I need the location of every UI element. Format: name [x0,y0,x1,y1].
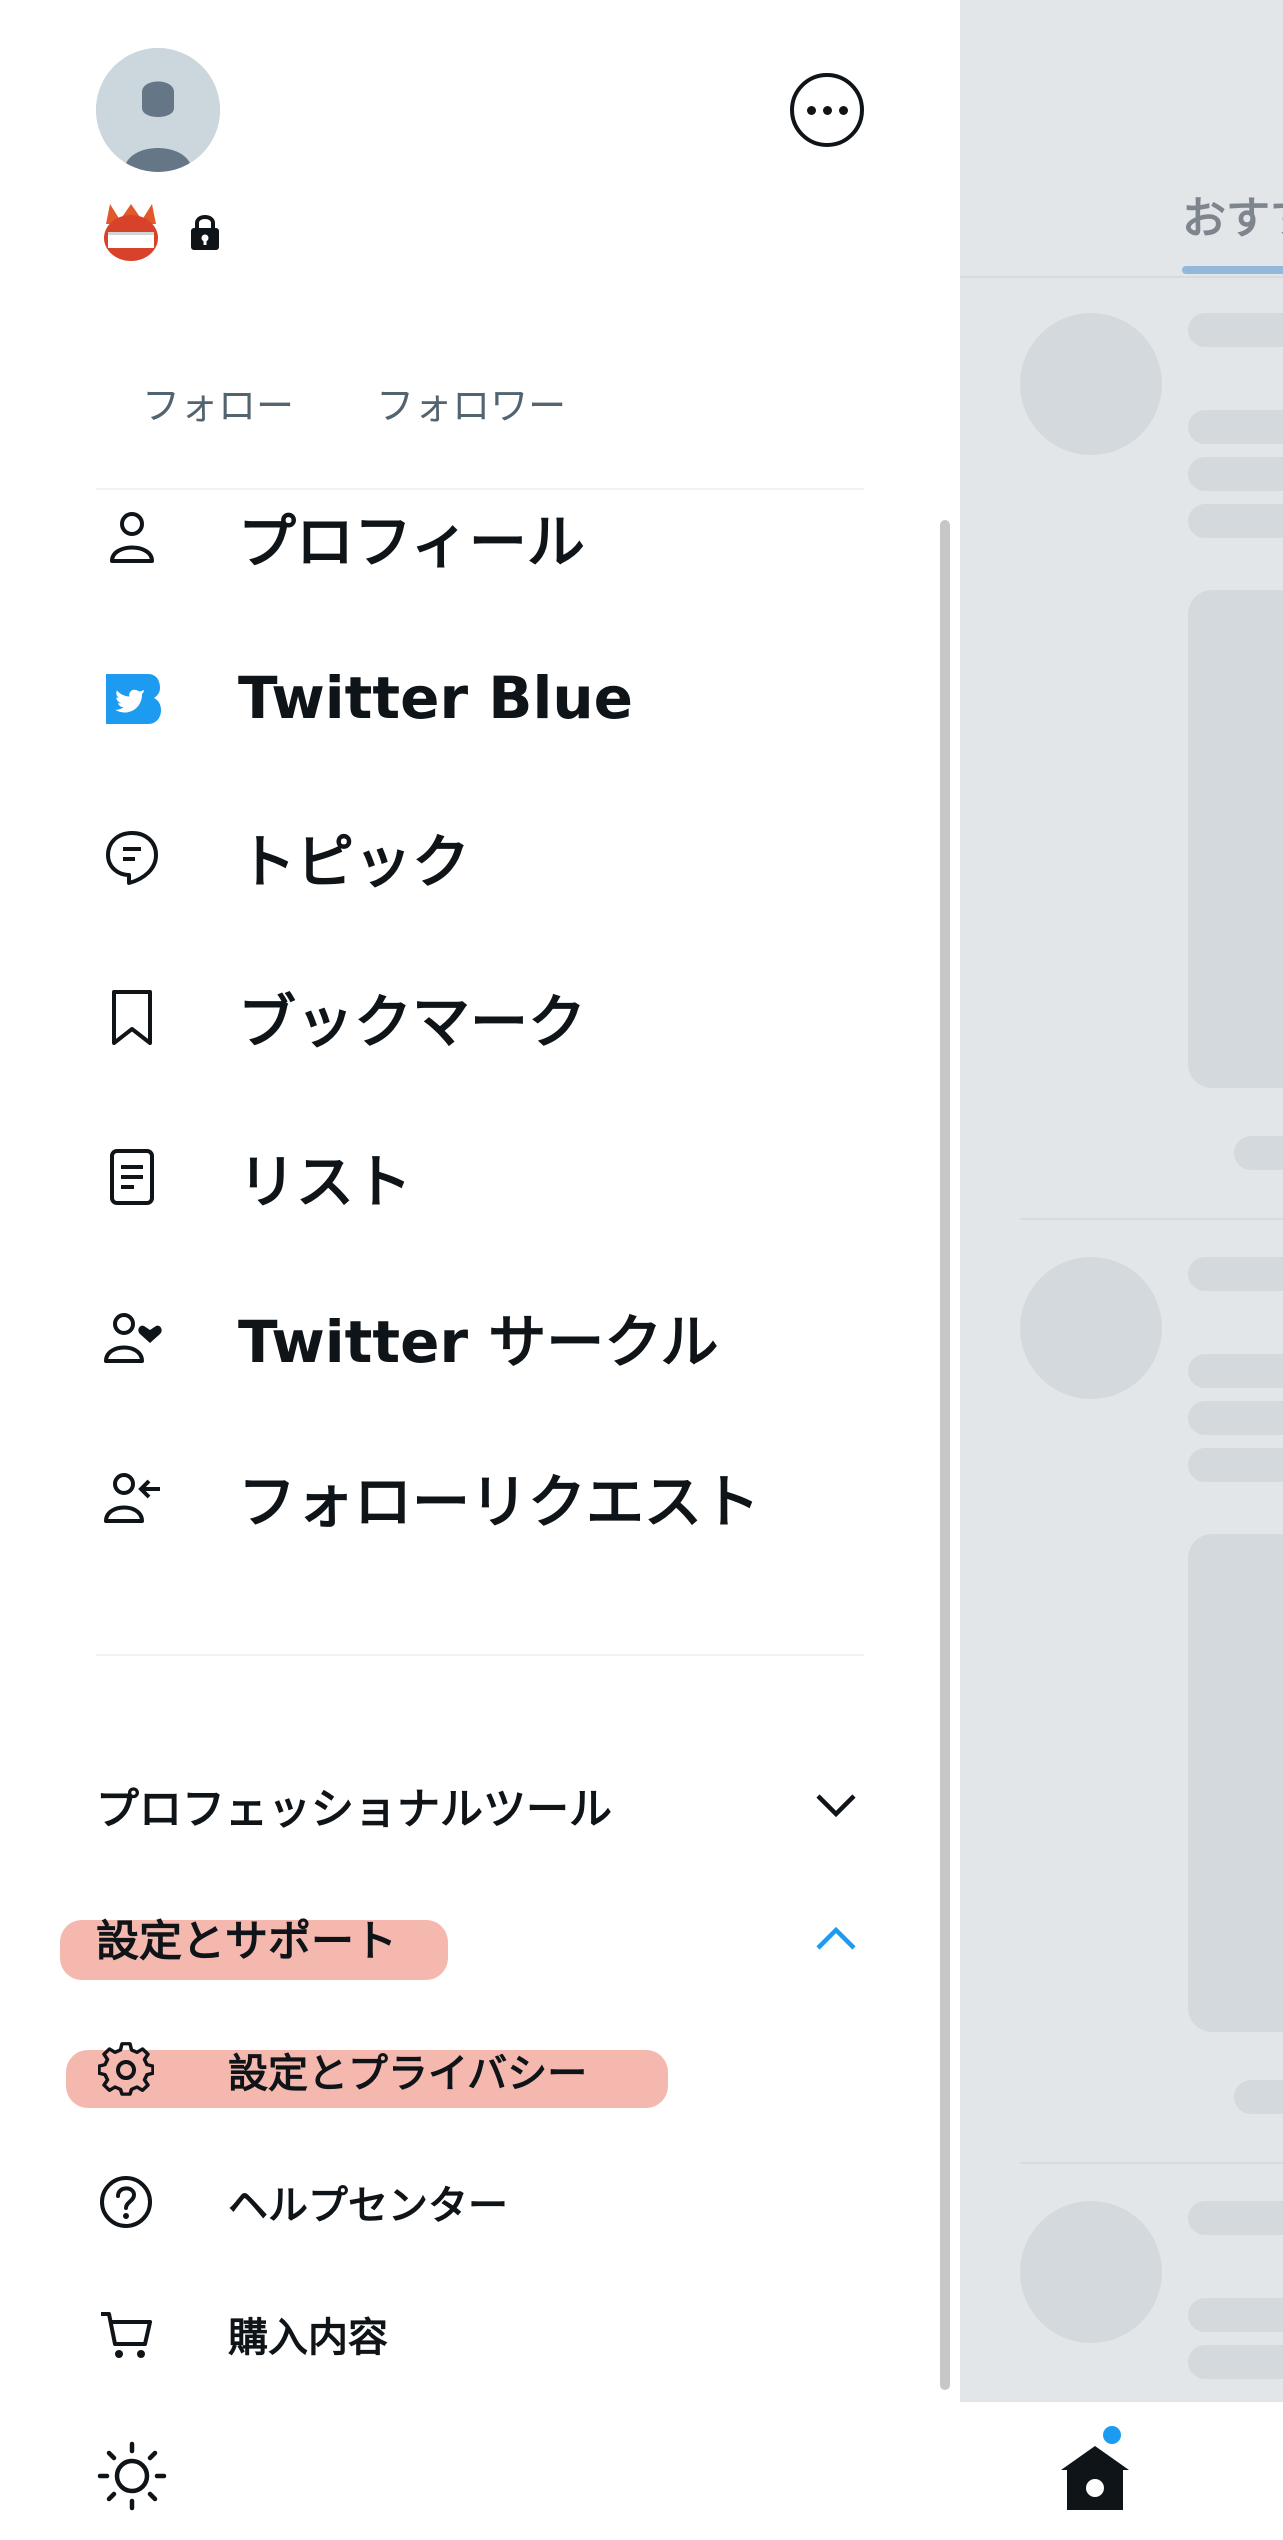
sub-item-label: 購入内容 [228,2315,388,2361]
placeholder-line [1188,313,1283,347]
placeholder-line [1188,410,1283,444]
divider [96,1654,864,1656]
menu-item-label: Twitter サークル [238,1308,719,1376]
home-icon[interactable] [1055,2440,1135,2520]
placeholder-media [1188,590,1283,1088]
placeholder-line [1188,1257,1283,1291]
dot-icon [822,105,832,115]
placeholder-line [1188,2345,1283,2379]
placeholder-line [1188,2298,1283,2332]
notification-dot [1103,2426,1121,2444]
settings-privacy-item[interactable]: 設定とプライバシー [96,2030,796,2110]
more-options-button[interactable] [790,73,864,147]
placeholder-avatar [1020,313,1162,455]
menu-item-label: プロフィール [238,508,585,576]
gear-icon [96,2040,156,2100]
placeholder-line [1188,1401,1283,1435]
ogre-emoji-icon [104,204,158,261]
placeholder-line [1188,2201,1283,2235]
follow-stats: フォロー フォロワー [142,375,636,430]
section-label: プロフェッショナルツール [96,1785,612,1835]
bookmark-icon [96,981,168,1053]
placeholder-line [1188,1448,1283,1482]
tab-for-you[interactable]: おすすめ [1182,182,1283,246]
section-professional-tools[interactable]: プロフェッショナルツール [96,1766,864,1846]
sub-item-label: ヘルプセンター [228,2183,508,2229]
section-settings-support[interactable]: 設定とサポート [96,1898,864,1978]
menu-item-label: リスト [238,1148,413,1216]
side-drawer: フォロー フォロワー プロフィール Twitter Blue トピック ブックマ… [0,0,960,2540]
scrollbar[interactable] [940,520,950,2390]
menu-item-label: トピック [238,828,471,896]
menu-item-bookmarks[interactable]: ブックマーク [96,962,876,1072]
divider [1020,2162,1283,2164]
menu-item-follow-requests[interactable]: フォローリクエスト [96,1442,876,1552]
menu-item-label: Twitter Blue [238,664,633,732]
menu-item-label: フォローリクエスト [238,1468,761,1536]
menu-item-profile[interactable]: プロフィール [96,482,876,592]
menu-item-topics[interactable]: トピック [96,802,876,912]
placeholder-line [1188,1354,1283,1388]
placeholder-line [1188,457,1283,491]
following-link[interactable]: フォロー [142,384,294,428]
menu-item-lists[interactable]: リスト [96,1122,876,1232]
placeholder-line [1188,504,1283,538]
menu-item-label: ブックマーク [238,988,587,1056]
placeholder-media [1188,1534,1283,2032]
placeholder-line [1234,2080,1283,2114]
list-icon [96,1141,168,1213]
menu-item-twitter-blue[interactable]: Twitter Blue [96,643,876,753]
placeholder-line [1234,1136,1283,1170]
dot-icon [806,105,816,115]
followers-link[interactable]: フォロワー [376,384,566,428]
avatar[interactable] [96,48,220,172]
sub-item-label: 設定とプライバシー [228,2051,588,2097]
brightness-icon[interactable] [96,2440,168,2512]
purchases-item[interactable]: 購入内容 [96,2294,796,2374]
follow-request-icon [96,1461,168,1533]
dot-icon [838,105,848,115]
twitter-blue-icon [96,662,168,734]
tab-indicator [1182,266,1283,274]
lock-icon [191,215,219,250]
help-icon [96,2172,156,2232]
timeline-background[interactable]: おすすめ [960,0,1283,2540]
cart-icon [96,2304,156,2364]
menu-item-twitter-circle[interactable]: Twitter サークル [96,1282,876,1392]
chevron-down-icon [816,1794,856,1818]
help-center-item[interactable]: ヘルプセンター [96,2162,796,2242]
placeholder-avatar [1020,1257,1162,1399]
person-icon [96,501,168,573]
timeline-tabs: おすすめ [960,0,1283,278]
chevron-up-icon [816,1926,856,1950]
placeholder-avatar [1020,2201,1162,2343]
section-label: 設定とサポート [96,1917,397,1967]
divider [1020,1218,1283,1220]
circle-people-icon [96,1301,168,1373]
topic-icon [96,821,168,893]
default-avatar-icon [96,48,220,172]
